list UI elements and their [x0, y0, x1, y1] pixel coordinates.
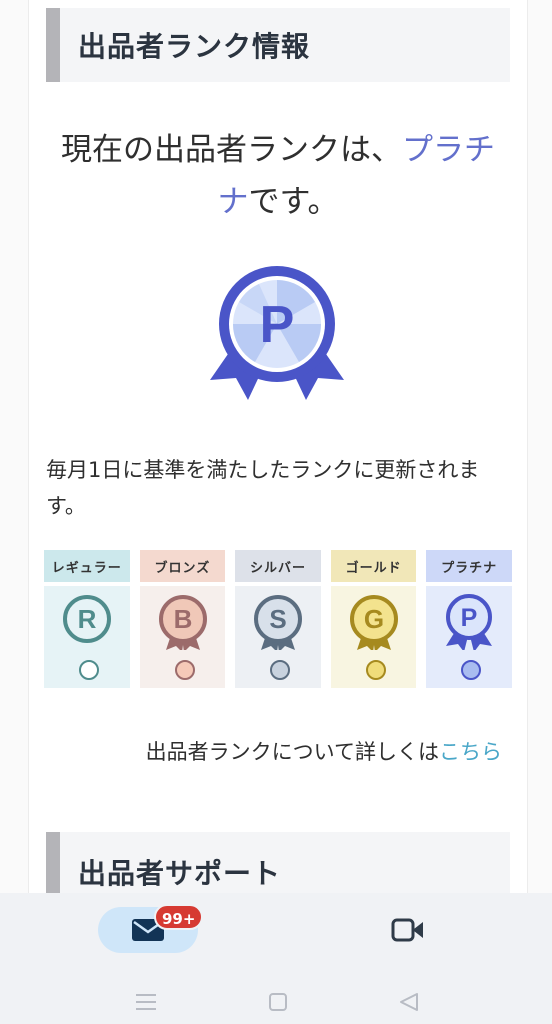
- bronze-medal-icon: B: [158, 595, 207, 650]
- svg-text:R: R: [78, 604, 97, 634]
- menu-icon[interactable]: [134, 992, 158, 1012]
- rank-label: ブロンズ: [139, 550, 226, 582]
- gold-medal-icon: G: [349, 595, 398, 650]
- svg-text:G: G: [364, 604, 384, 634]
- platinum-medal-icon: P: [210, 266, 344, 400]
- rank-prefix: 現在の出品者ランクは、: [61, 132, 402, 168]
- rank-info-link[interactable]: こちら: [439, 740, 502, 764]
- medal-letter: P: [260, 296, 295, 354]
- rank-indicator: [270, 660, 291, 680]
- rank-card-regular: レギュラー R: [44, 550, 130, 688]
- rank-info-text: 出品者ランクについて詳しくは: [145, 740, 439, 764]
- section-header-seller-rank: 出品者ランク情報: [46, 8, 510, 82]
- rank-card-platinum: プラチナ P: [426, 550, 512, 688]
- rank-label: プラチナ: [426, 550, 512, 582]
- unread-badge: 99+: [154, 904, 204, 930]
- rank-suffix: です。: [248, 184, 339, 220]
- rank-label: ゴールド: [330, 550, 417, 582]
- platinum-small-medal-icon: P: [446, 594, 493, 650]
- rank-info-line: 出品者ランクについて詳しくはこちら: [46, 736, 502, 766]
- rank-label: シルバー: [235, 550, 321, 582]
- current-rank-text: 現在の出品者ランクは、プラチナです。: [46, 124, 510, 228]
- rank-card-bronze: ブロンズ B: [139, 550, 226, 688]
- section-header-seller-support: 出品者サポート: [46, 832, 510, 893]
- svg-text:S: S: [270, 604, 287, 634]
- rank-list: レギュラー R ブロンズ B シルバー S ゴールド G プラチナ P: [44, 550, 512, 688]
- home-icon[interactable]: [268, 992, 288, 1012]
- rank-indicator: [79, 660, 99, 680]
- back-icon[interactable]: [398, 992, 420, 1012]
- video-icon[interactable]: [390, 915, 426, 945]
- svg-text:P: P: [461, 604, 478, 632]
- rank-label: レギュラー: [44, 550, 130, 582]
- rank-card-gold: ゴールド G: [330, 550, 417, 688]
- svg-text:B: B: [173, 604, 192, 634]
- rank-indicator: [365, 660, 386, 680]
- rank-update-description: 毎月1日に基準を満たしたランクに更新されます。: [46, 458, 480, 518]
- rank-card-silver: シルバー S: [235, 550, 321, 688]
- rank-indicator: [461, 660, 482, 680]
- section-title: 出品者ランク情報: [78, 30, 311, 63]
- rank-indicator: [174, 660, 195, 680]
- section-title: 出品者サポート: [78, 857, 282, 890]
- regular-medal-icon: R: [63, 595, 111, 643]
- silver-medal-icon: S: [254, 595, 303, 650]
